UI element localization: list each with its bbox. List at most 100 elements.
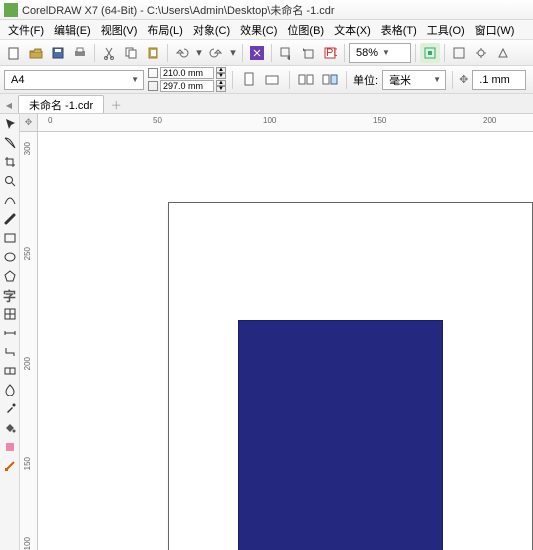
paste-button[interactable] bbox=[143, 43, 163, 63]
pagesize-combo[interactable]: A4 ▼ bbox=[4, 70, 144, 90]
all-pages-button[interactable] bbox=[296, 70, 316, 90]
landscape-button[interactable] bbox=[263, 70, 283, 90]
separator bbox=[94, 44, 95, 62]
units-label: 单位: bbox=[353, 72, 378, 88]
import-button[interactable] bbox=[276, 43, 296, 63]
units-combo[interactable]: 毫米 ▼ bbox=[382, 70, 446, 90]
undo-dropdown-icon[interactable]: ▾ bbox=[194, 43, 204, 63]
pagesize-value: A4 bbox=[11, 74, 24, 86]
spinner-buttons[interactable]: ▲▼ bbox=[216, 67, 226, 79]
zoom-tool[interactable] bbox=[2, 173, 18, 189]
tab-label: 未命名 -1.cdr bbox=[29, 97, 93, 113]
crop-tool[interactable] bbox=[2, 154, 18, 170]
menu-text[interactable]: 文本(X) bbox=[330, 20, 375, 40]
freehand-tool[interactable] bbox=[2, 192, 18, 208]
ruler-h-label: 150 bbox=[373, 116, 386, 125]
search-content-button[interactable] bbox=[247, 43, 267, 63]
current-page-button[interactable] bbox=[320, 70, 340, 90]
ruler-v-label: 100 bbox=[23, 537, 32, 550]
nudge-icon: ✥ bbox=[459, 73, 468, 86]
page-dimensions: 210.0 mm ▲▼ 297.0 mm ▲▼ bbox=[148, 67, 226, 92]
page-width-spinner[interactable]: 210.0 mm ▲▼ bbox=[148, 67, 226, 79]
chevron-down-icon: ▼ bbox=[131, 75, 139, 84]
export-button[interactable] bbox=[298, 43, 318, 63]
separator bbox=[344, 44, 345, 62]
snap-button[interactable] bbox=[449, 43, 469, 63]
text-tool[interactable]: 字 bbox=[2, 287, 18, 303]
ruler-v-label: 300 bbox=[23, 142, 32, 155]
ruler-horizontal[interactable]: 0 50 100 150 200 bbox=[38, 114, 533, 132]
transparency-tool[interactable] bbox=[2, 382, 18, 398]
menubar: 文件(F) 编辑(E) 视图(V) 布局(L) 对象(C) 效果(C) 位图(B… bbox=[0, 20, 533, 40]
menu-object[interactable]: 对象(C) bbox=[189, 20, 234, 40]
publish-pdf-button[interactable]: PDF bbox=[320, 43, 340, 63]
down-icon[interactable]: ▼ bbox=[216, 86, 226, 92]
standard-toolbar: ▾ ▾ PDF 58% ▼ bbox=[0, 40, 533, 66]
canvas[interactable] bbox=[38, 132, 533, 550]
portrait-button[interactable] bbox=[239, 70, 259, 90]
ruler-h-label: 200 bbox=[483, 116, 496, 125]
zoom-combo[interactable]: 58% ▼ bbox=[349, 43, 411, 63]
menu-layout[interactable]: 布局(L) bbox=[143, 20, 186, 40]
rectangle-tool[interactable] bbox=[2, 230, 18, 246]
redo-button[interactable] bbox=[206, 43, 226, 63]
nudge-value: .1 mm bbox=[479, 74, 510, 86]
menu-table[interactable]: 表格(T) bbox=[377, 20, 421, 40]
drawn-rectangle[interactable] bbox=[238, 320, 443, 550]
launch-button[interactable] bbox=[493, 43, 513, 63]
menu-tools[interactable]: 工具(O) bbox=[423, 20, 469, 40]
svg-text:PDF: PDF bbox=[326, 47, 337, 59]
fill-tool[interactable] bbox=[2, 420, 18, 436]
ruler-corner[interactable]: ✥ bbox=[20, 114, 38, 132]
page-height-value[interactable]: 297.0 mm bbox=[160, 80, 214, 92]
artistic-media-tool[interactable] bbox=[2, 211, 18, 227]
open-button[interactable] bbox=[26, 43, 46, 63]
nudge-field[interactable]: .1 mm bbox=[472, 70, 526, 90]
ruler-vertical[interactable]: 300 250 200 150 100 bbox=[20, 132, 38, 550]
units-value: 毫米 bbox=[389, 72, 411, 88]
connector-tool[interactable] bbox=[2, 344, 18, 360]
separator bbox=[346, 71, 347, 89]
shape-tool[interactable] bbox=[2, 135, 18, 151]
menu-file[interactable]: 文件(F) bbox=[4, 20, 48, 40]
fullscreen-button[interactable] bbox=[420, 43, 440, 63]
table-tool[interactable] bbox=[2, 306, 18, 322]
menu-view[interactable]: 视图(V) bbox=[97, 20, 142, 40]
dimension-tool[interactable] bbox=[2, 325, 18, 341]
redo-dropdown-icon[interactable]: ▾ bbox=[228, 43, 238, 63]
ruler-v-label: 250 bbox=[23, 247, 32, 260]
outline-tool[interactable] bbox=[2, 458, 18, 474]
pick-tool[interactable] bbox=[2, 116, 18, 132]
spinner-buttons[interactable]: ▲▼ bbox=[216, 80, 226, 92]
copy-button[interactable] bbox=[121, 43, 141, 63]
document-tabbar: ◀ 未命名 -1.cdr ＋ bbox=[0, 94, 533, 114]
property-bar: A4 ▼ 210.0 mm ▲▼ 297.0 mm ▲▼ 单位: 毫米 ▼ ✥ … bbox=[0, 66, 533, 94]
undo-button[interactable] bbox=[172, 43, 192, 63]
separator bbox=[167, 44, 168, 62]
blend-tool[interactable] bbox=[2, 363, 18, 379]
ruler-h-label: 0 bbox=[48, 116, 52, 125]
tab-prev-icon[interactable]: ◀ bbox=[2, 97, 16, 113]
eyedropper-tool[interactable] bbox=[2, 401, 18, 417]
options-button[interactable] bbox=[471, 43, 491, 63]
ellipse-tool[interactable] bbox=[2, 249, 18, 265]
separator bbox=[289, 71, 290, 89]
new-button[interactable] bbox=[4, 43, 24, 63]
polygon-tool[interactable] bbox=[2, 268, 18, 284]
tab-doc1[interactable]: 未命名 -1.cdr bbox=[18, 95, 104, 113]
tab-add-button[interactable]: ＋ bbox=[108, 97, 124, 113]
save-button[interactable] bbox=[48, 43, 68, 63]
menu-bitmaps[interactable]: 位图(B) bbox=[283, 20, 328, 40]
ruler-h-label: 50 bbox=[153, 116, 162, 125]
down-icon[interactable]: ▼ bbox=[216, 73, 226, 79]
app-icon bbox=[4, 3, 18, 17]
cut-button[interactable] bbox=[99, 43, 119, 63]
smart-fill-tool[interactable] bbox=[2, 439, 18, 455]
menu-effects[interactable]: 效果(C) bbox=[236, 20, 281, 40]
page-height-spinner[interactable]: 297.0 mm ▲▼ bbox=[148, 80, 226, 92]
menu-edit[interactable]: 编辑(E) bbox=[50, 20, 95, 40]
menu-window[interactable]: 窗口(W) bbox=[471, 20, 519, 40]
print-button[interactable] bbox=[70, 43, 90, 63]
chevron-down-icon: ▼ bbox=[433, 75, 441, 84]
page-width-value[interactable]: 210.0 mm bbox=[160, 67, 214, 79]
